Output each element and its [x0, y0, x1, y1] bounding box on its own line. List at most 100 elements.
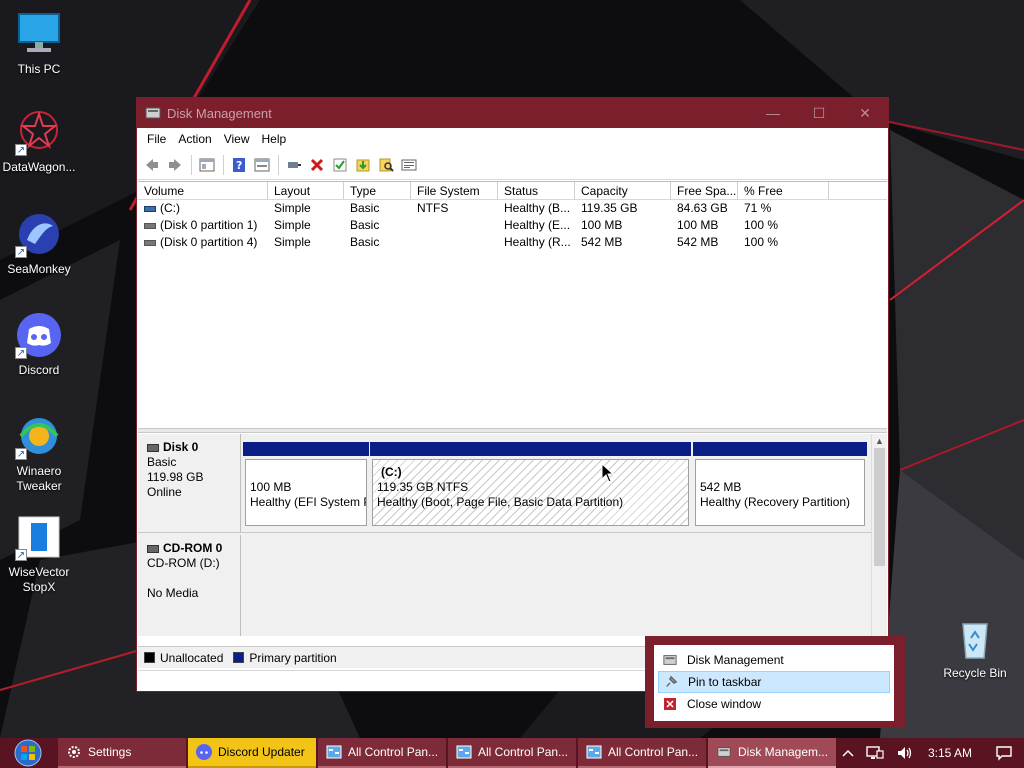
partition-recovery[interactable]: 542 MB Healthy (Recovery Partition) — [693, 442, 867, 528]
disk-info-cd-rom-0[interactable]: CD-ROM 0 CD-ROM (D:) No Media — [138, 535, 241, 636]
import-icon[interactable] — [352, 154, 374, 176]
volume-icon[interactable] — [896, 745, 914, 761]
table-cell: Simple — [274, 218, 311, 232]
column-header-file-system[interactable]: File System — [411, 182, 498, 199]
desktop-icon-wisevector[interactable]: ↗ WiseVector StopX — [1, 513, 77, 595]
taskbar-button-settings[interactable]: Settings — [58, 738, 186, 768]
view-icon[interactable] — [251, 154, 273, 176]
table-row[interactable]: (C:) Simple Basic NTFS Healthy (B... 119… — [138, 200, 887, 217]
legend-item: Primary partition — [233, 651, 337, 665]
forward-arrow-icon[interactable] — [164, 154, 186, 176]
jumplist-label: Disk Management — [687, 653, 784, 667]
close-button[interactable]: ✕ — [842, 98, 888, 128]
windows-orb-icon — [14, 739, 42, 767]
legend-swatch-primary — [233, 652, 245, 663]
hard-disk-icon — [147, 443, 159, 452]
jumplist-item-close-window[interactable]: Close window — [658, 693, 890, 715]
delete-icon[interactable] — [306, 154, 328, 176]
partition-c[interactable]: (C:) 119.35 GB NTFS Healthy (Boot, Page … — [370, 442, 691, 528]
vertical-scrollbar[interactable]: ▲ — [871, 434, 887, 636]
column-header-layout[interactable]: Layout — [268, 182, 344, 199]
properties-icon[interactable] — [196, 154, 218, 176]
table-row[interactable]: (Disk 0 partition 1) Simple Basic Health… — [138, 217, 887, 234]
table-cell: 119.35 GB — [581, 201, 638, 215]
title-bar[interactable]: Disk Management — ☐ ✕ — [137, 98, 888, 128]
pin-icon — [663, 674, 679, 690]
chevron-up-icon[interactable] — [842, 749, 854, 757]
desktop-icon-label: Winaero Tweaker — [16, 464, 62, 493]
volume-icon — [144, 222, 156, 229]
desktop-icon-label: DataWagon... — [2, 160, 76, 174]
table-row[interactable]: (Disk 0 partition 4) Simple Basic Health… — [138, 234, 887, 251]
desktop-icon-label: Recycle Bin — [943, 666, 1007, 680]
table-cell: Basic — [350, 201, 380, 215]
taskbar-button-control-panel-3[interactable]: All Control Pan... — [578, 738, 706, 768]
taskbar-button-label: All Control Pan... — [478, 745, 569, 759]
control-panel-icon — [586, 744, 602, 760]
menu-action[interactable]: Action — [172, 132, 217, 146]
column-header-volume[interactable]: Volume — [138, 182, 268, 199]
desktop-icon-label: This PC — [17, 62, 61, 76]
disk-size: 119.98 GB — [147, 470, 204, 484]
scroll-up-icon[interactable]: ▲ — [875, 436, 884, 446]
help-icon[interactable]: ? — [228, 154, 250, 176]
clock-time[interactable]: 3:15 AM — [928, 746, 972, 760]
connect-icon[interactable] — [283, 154, 305, 176]
taskbar-button-control-panel-1[interactable]: All Control Pan... — [318, 738, 446, 768]
disk-info-disk-0[interactable]: Disk 0 Basic 119.98 GB Online — [138, 434, 241, 532]
desktop-icon-recycle-bin[interactable]: Recycle Bin — [937, 614, 1013, 681]
disk-management-window: Disk Management — ☐ ✕ File Action View H… — [136, 97, 889, 692]
table-cell: 542 MB — [677, 235, 719, 249]
system-tray: 3:15 AM — [836, 738, 1024, 768]
partition-efi[interactable]: 100 MB Healthy (EFI System P — [243, 442, 369, 528]
taskbar-button-label: Discord Updater — [218, 745, 305, 759]
menu-view[interactable]: View — [218, 132, 256, 146]
control-panel-icon — [456, 744, 472, 760]
taskbar-button-disk-management[interactable]: Disk Managem... — [708, 738, 836, 768]
list-icon[interactable] — [398, 154, 420, 176]
column-header-free-space[interactable]: Free Spa... — [671, 182, 738, 199]
taskbar: Settings Discord Updater All Control Pan… — [0, 738, 1024, 768]
table-cell: (Disk 0 partition 1) — [160, 218, 258, 232]
menu-file[interactable]: File — [141, 132, 172, 146]
taskbar-button-control-panel-2[interactable]: All Control Pan... — [448, 738, 576, 768]
scrollbar-thumb[interactable] — [874, 448, 885, 566]
taskbar-button-discord-updater[interactable]: Discord Updater — [188, 738, 316, 768]
back-arrow-icon[interactable] — [141, 154, 163, 176]
column-header-type[interactable]: Type — [344, 182, 411, 199]
desktop-icon-discord[interactable]: ↗ Discord — [1, 311, 77, 378]
jumplist-item-pin-to-taskbar[interactable]: Pin to taskbar — [658, 671, 890, 693]
search-icon[interactable] — [375, 154, 397, 176]
table-cell: 100 MB — [677, 218, 719, 232]
shortcut-arrow-icon: ↗ — [15, 144, 27, 156]
cd-rom-icon — [147, 544, 159, 553]
menu-help[interactable]: Help — [256, 132, 293, 146]
maximize-button[interactable]: ☐ — [796, 98, 842, 128]
partition-bar — [243, 442, 369, 456]
volume-icon — [144, 205, 156, 212]
desktop-icon-seamonkey[interactable]: ↗ SeaMonkey — [1, 210, 77, 277]
table-cell: 100 MB — [581, 218, 623, 232]
table-cell — [411, 217, 498, 234]
start-button[interactable] — [0, 738, 56, 768]
column-header-status[interactable]: Status — [498, 182, 575, 199]
disk-row-cd-rom-0: CD-ROM 0 CD-ROM (D:) No Media — [138, 535, 871, 636]
column-header-percent-free[interactable]: % Free — [738, 182, 829, 199]
table-cell — [411, 234, 498, 251]
jumplist-item-disk-management[interactable]: Disk Management — [658, 649, 890, 671]
volume-list-header: Volume Layout Type File System Status Ca… — [138, 182, 887, 200]
column-header-capacity[interactable]: Capacity — [575, 182, 671, 199]
desktop-icon-winaero-tweaker[interactable]: ↗ Winaero Tweaker — [1, 412, 77, 494]
desktop-icon-datawagon[interactable]: ↗ DataWagon... — [1, 108, 77, 175]
pane-splitter[interactable] — [138, 428, 887, 433]
desktop-icon-this-pc[interactable]: This PC — [1, 10, 77, 77]
table-cell: 100 % — [744, 218, 779, 232]
table-cell: (C:) — [160, 201, 180, 215]
check-icon[interactable] — [329, 154, 351, 176]
partition-body: 542 MB Healthy (Recovery Partition) — [695, 459, 865, 526]
datawagon-icon: ↗ — [15, 108, 63, 156]
table-cell: 100 % — [744, 235, 779, 249]
notification-center-icon[interactable] — [996, 745, 1012, 761]
minimize-button[interactable]: — — [750, 98, 796, 128]
network-icon[interactable] — [866, 745, 884, 761]
